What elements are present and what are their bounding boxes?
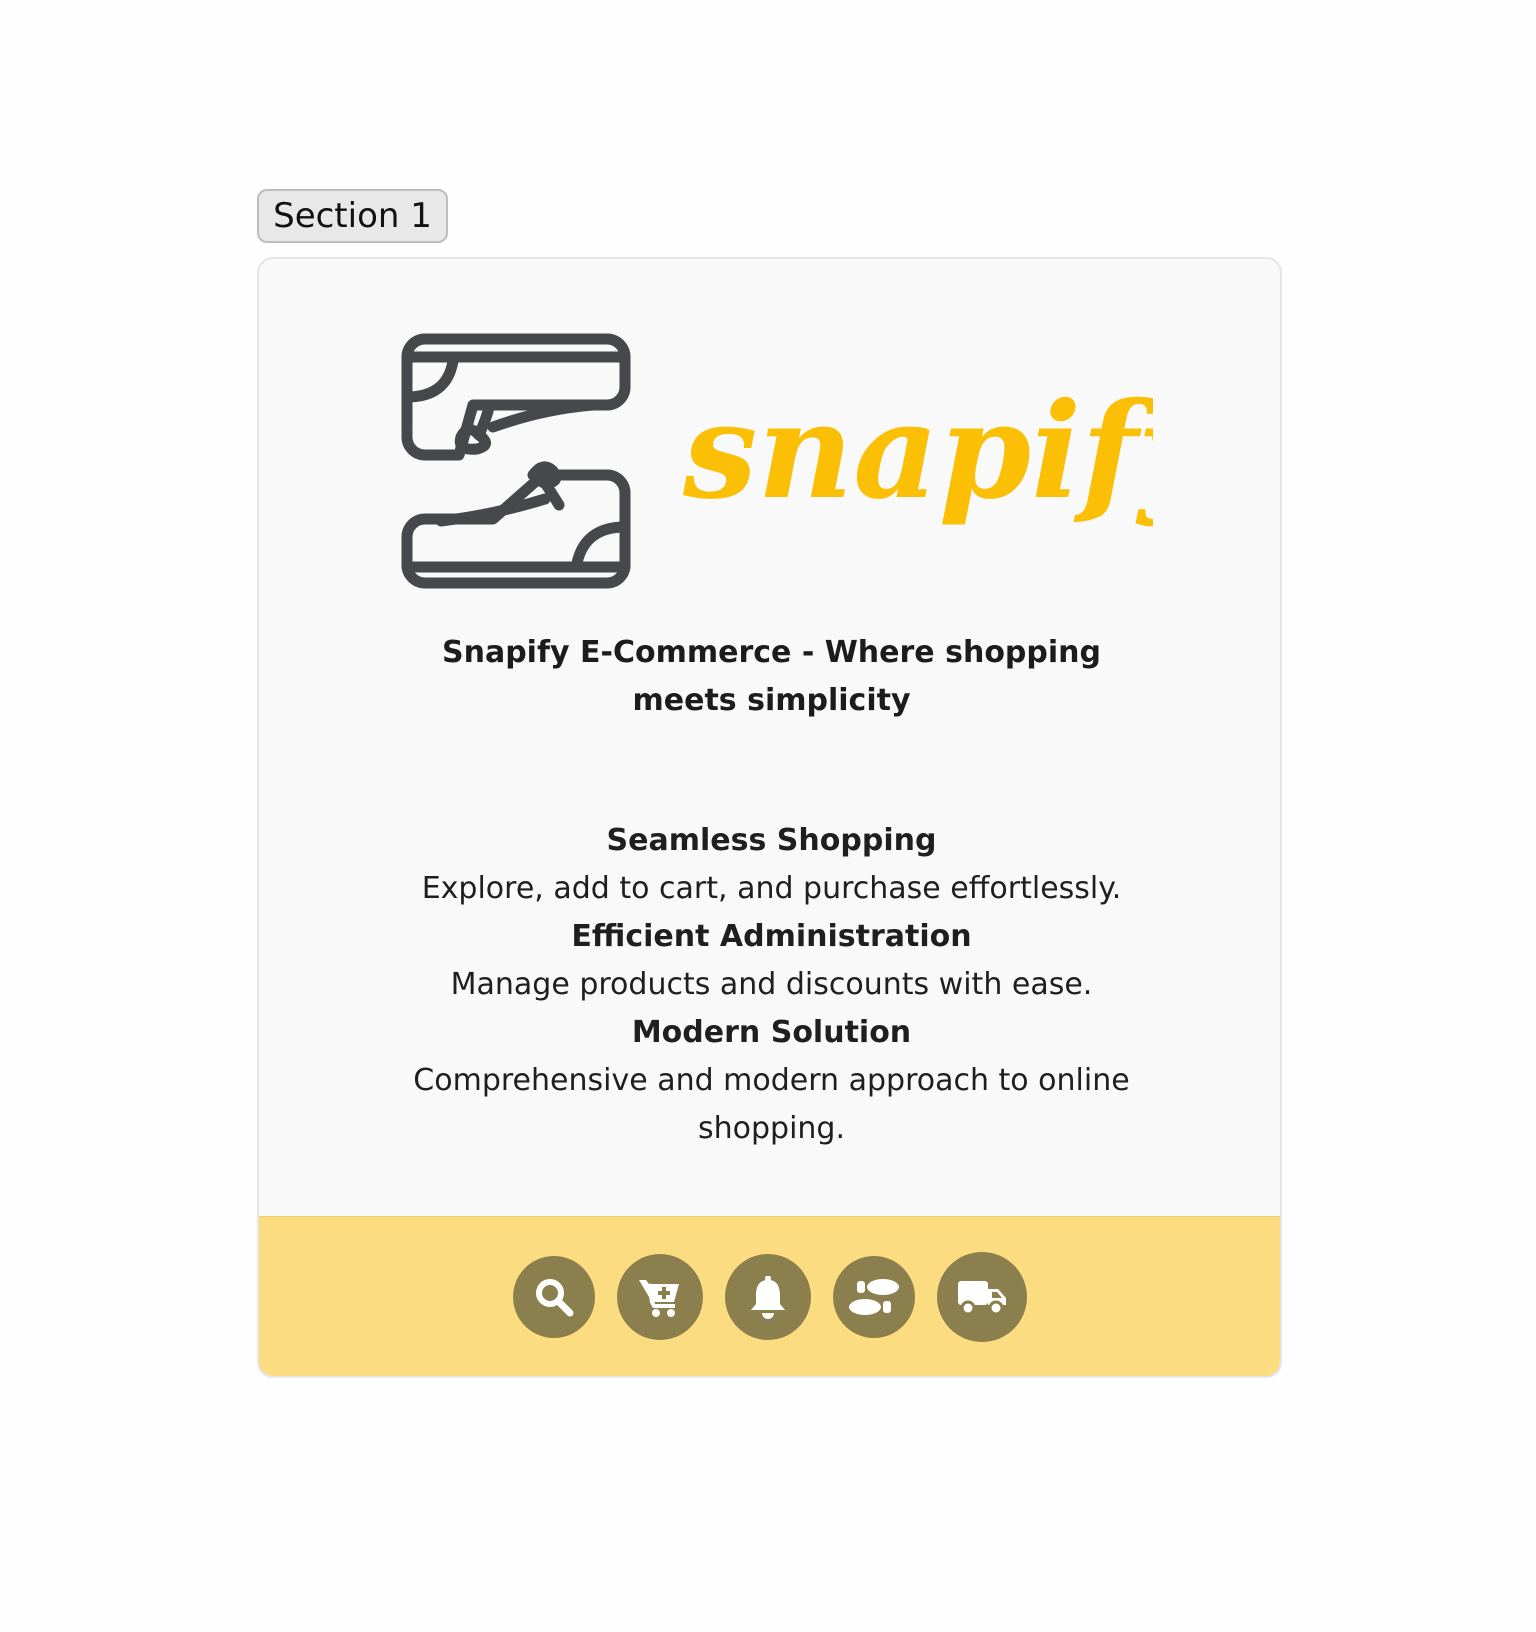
icon-toolbar [259,1216,1280,1376]
bell-icon [750,1275,785,1319]
cart-plus-icon [638,1279,679,1317]
snapify-logo: snapify [401,333,1153,589]
feature-description: Comprehensive and modern approach to onl… [413,1063,1130,1146]
section-tab[interactable]: Section 1 [257,189,448,243]
feature-title: Efficient Administration [571,919,972,954]
feature-title: Modern Solution [631,1015,912,1050]
notifications-button[interactable] [724,1253,811,1340]
feature-title: Seamless Shopping [606,823,937,858]
product-card: snapify Snapify E-Commerce - Where shopp… [257,257,1282,1378]
truck-icon [957,1280,1006,1315]
search-icon [535,1278,573,1316]
feature-description: Manage products and discounts with ease. [450,967,1093,1002]
delivery-button[interactable] [936,1251,1027,1342]
snapify-wordmark: snapify [682,374,1153,529]
feature-description: Explore, add to cart, and purchase effor… [421,871,1122,906]
add-to-cart-button[interactable] [616,1253,703,1340]
tagline: Snapify E-Commerce - Where shopping meet… [442,635,1101,718]
steps-button[interactable] [832,1255,915,1338]
shoe-prints-icon [848,1278,899,1315]
shoes-logo-icon [401,333,631,589]
features-list: Seamless Shopping Explore, add to cart, … [409,817,1134,1153]
search-button[interactable] [512,1255,595,1338]
